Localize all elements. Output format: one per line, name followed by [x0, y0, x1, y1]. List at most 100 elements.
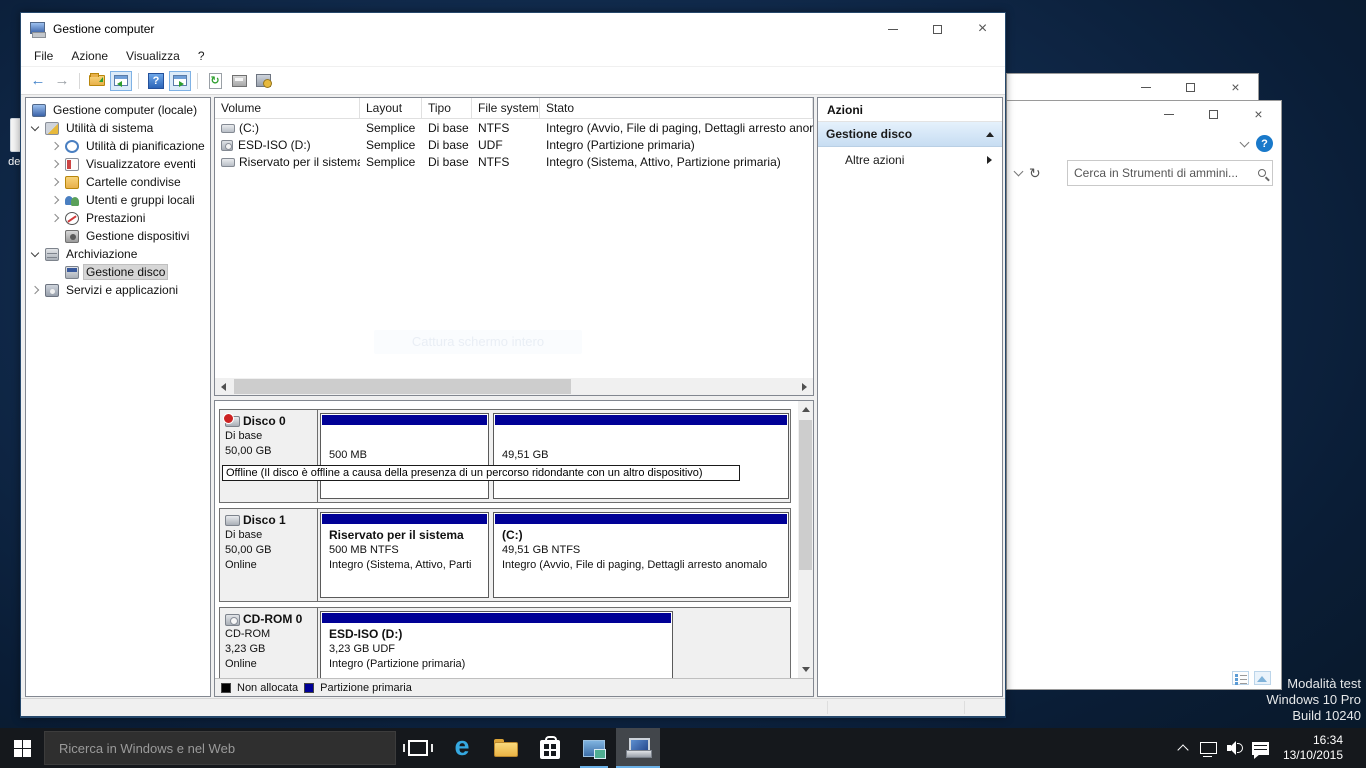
system-app-button[interactable] [572, 728, 616, 768]
tree-root[interactable]: Gestione computer (locale) [26, 101, 210, 119]
explorer-window[interactable]: × ? ↻ Cerca in Strumenti di ammini... [1006, 100, 1282, 690]
volume-row-esd-iso-d[interactable]: ESD-ISO (D:)SempliceDi baseUDFIntegro (P… [215, 136, 813, 153]
taskbar-clock[interactable]: 16:34 13/10/2015 [1275, 733, 1353, 763]
volume-button[interactable] [1223, 728, 1247, 768]
tree-item-utenti-e-gruppi-locali[interactable]: Utenti e gruppi locali [26, 191, 210, 209]
task-view-button[interactable] [396, 728, 440, 768]
partition-riservato-per-il-sistema[interactable]: Riservato per il sistema500 MB NTFSInteg… [320, 512, 489, 598]
maximize-button[interactable] [1168, 74, 1213, 100]
close-button[interactable]: × [1236, 101, 1281, 127]
status-bar [21, 698, 1005, 716]
menu-file[interactable]: File [25, 47, 62, 65]
disk-line2: 50,00 GB [225, 444, 314, 459]
chevron-expanded-icon[interactable] [31, 122, 39, 130]
tree-item-utilit-di-pianificazione[interactable]: Utilità di pianificazione [26, 137, 210, 155]
scroll-down-icon[interactable] [797, 661, 814, 678]
chevron-collapsed-icon[interactable] [51, 196, 59, 204]
details-view-toggle-icon[interactable] [1232, 671, 1249, 685]
tree-item-gestione-dispositivi[interactable]: Gestione dispositivi [26, 227, 210, 245]
column-header-volume[interactable]: Volume [215, 98, 360, 118]
tree-item-prestazioni[interactable]: Prestazioni [26, 209, 210, 227]
volume-row-c[interactable]: (C:)SempliceDi baseNTFSIntegro (Avvio, F… [215, 119, 813, 136]
column-header-tipo[interactable]: Tipo [422, 98, 472, 118]
computer-management-taskbar-button[interactable] [616, 728, 660, 768]
action-center-button[interactable] [1249, 728, 1273, 768]
horizontal-scrollbar[interactable] [215, 378, 813, 395]
address-dropdown-icon[interactable] [1014, 167, 1024, 177]
tree-item-servizi-e-applicazioni[interactable]: Servizi e applicazioni [26, 281, 210, 299]
chevron-collapsed-icon[interactable] [31, 286, 39, 294]
manage-button[interactable] [252, 71, 274, 91]
help-icon[interactable]: ? [1256, 135, 1273, 152]
file-explorer-button[interactable] [484, 728, 528, 768]
refresh-icon: ↻ [209, 73, 222, 89]
ribbon-expand-icon[interactable] [1240, 137, 1250, 147]
task-scheduler-icon [65, 140, 79, 153]
device-manager-icon [65, 230, 79, 243]
refresh-button[interactable]: ↻ [204, 71, 226, 91]
background-window-rear[interactable]: × [1006, 73, 1259, 102]
column-header-stato[interactable]: Stato [540, 98, 813, 118]
action-pane-toggle-button[interactable] [169, 71, 191, 91]
scroll-right-icon[interactable] [796, 378, 813, 395]
explorer-search-input[interactable]: Cerca in Strumenti di ammini... [1067, 160, 1273, 186]
taskbar: Ricerca in Windows e nel Web e 16:34 13/… [0, 728, 1366, 768]
actions-item-label: Altre azioni [845, 153, 904, 167]
start-button[interactable] [0, 728, 44, 768]
chevron-collapsed-icon[interactable] [51, 142, 59, 150]
actions-item-more-actions[interactable]: Altre azioni [818, 147, 1002, 172]
store-button[interactable] [528, 728, 572, 768]
menu-visualizza[interactable]: Visualizza [117, 47, 189, 65]
collapse-icon[interactable] [986, 132, 994, 137]
partition-info: Riservato per il sistema500 MB NTFSInteg… [321, 525, 488, 573]
chevron-collapsed-icon[interactable] [51, 178, 59, 186]
scrollbar-thumb[interactable] [234, 379, 571, 394]
scroll-left-icon[interactable] [215, 378, 232, 395]
tree-item-gestione-disco[interactable]: Gestione disco [26, 263, 210, 281]
column-header-layout[interactable]: Layout [360, 98, 422, 118]
partition-size: 3,23 GB UDF [329, 642, 670, 657]
disk-label-disco-0[interactable]: Disco 0Di base50,00 GB [220, 410, 318, 502]
maximize-button[interactable] [915, 13, 960, 45]
chevron-collapsed-icon[interactable] [51, 160, 59, 168]
partition-size: 500 MB [329, 448, 486, 463]
edge-button[interactable]: e [440, 728, 484, 768]
menu-[interactable]: ? [189, 47, 214, 65]
up-level-button[interactable] [86, 71, 108, 91]
tree-item-archiviazione[interactable]: Archiviazione [26, 245, 210, 263]
minimize-button[interactable] [1146, 101, 1191, 127]
tree-item-visualizzatore-eventi[interactable]: Visualizzatore eventi [26, 155, 210, 173]
partition[interactable]: 49,51 GB [493, 413, 789, 499]
minimize-button[interactable] [870, 13, 915, 45]
properties-button[interactable] [228, 71, 250, 91]
chevron-expanded-icon[interactable] [31, 248, 39, 256]
tree-item-utilit-di-sistema[interactable]: Utilità di sistema [26, 119, 210, 137]
forward-button[interactable]: → [51, 71, 73, 91]
window-title: Gestione computer [53, 22, 154, 36]
disk-label-disco-1[interactable]: Disco 1Di base50,00 GBOnline [220, 509, 318, 601]
partition-c[interactable]: (C:)49,51 GB NTFSIntegro (Avvio, File di… [493, 512, 789, 598]
back-button[interactable]: ← [27, 71, 49, 91]
actions-group-disk-management[interactable]: Gestione disco [818, 122, 1002, 147]
column-header-file-system[interactable]: File system [472, 98, 540, 118]
tray-expand-button[interactable] [1171, 728, 1195, 768]
console-tree-toggle-button[interactable] [110, 71, 132, 91]
close-button[interactable]: × [960, 13, 1005, 45]
tree-item-cartelle-condivise[interactable]: Cartelle condivise [26, 173, 210, 191]
scrollbar-thumb[interactable] [799, 420, 812, 570]
vertical-scrollbar[interactable] [798, 401, 813, 678]
refresh-icon[interactable]: ↻ [1029, 165, 1041, 182]
volume-row-riservato-per-il-sistema[interactable]: Riservato per il sistemaSempliceDi baseN… [215, 153, 813, 170]
partition[interactable]: 500 MB [320, 413, 489, 499]
help-button[interactable]: ? [145, 71, 167, 91]
network-button[interactable] [1197, 728, 1221, 768]
close-button[interactable]: × [1213, 74, 1258, 100]
tree-item-label: Utilità di sistema [64, 121, 155, 135]
minimize-button[interactable] [1123, 74, 1168, 100]
chevron-collapsed-icon[interactable] [51, 214, 59, 222]
maximize-button[interactable] [1191, 101, 1236, 127]
scroll-up-icon[interactable] [797, 401, 814, 418]
taskbar-search-input[interactable]: Ricerca in Windows e nel Web [44, 731, 396, 765]
menu-azione[interactable]: Azione [62, 47, 117, 65]
titlebar[interactable]: Gestione computer × [21, 13, 1005, 45]
